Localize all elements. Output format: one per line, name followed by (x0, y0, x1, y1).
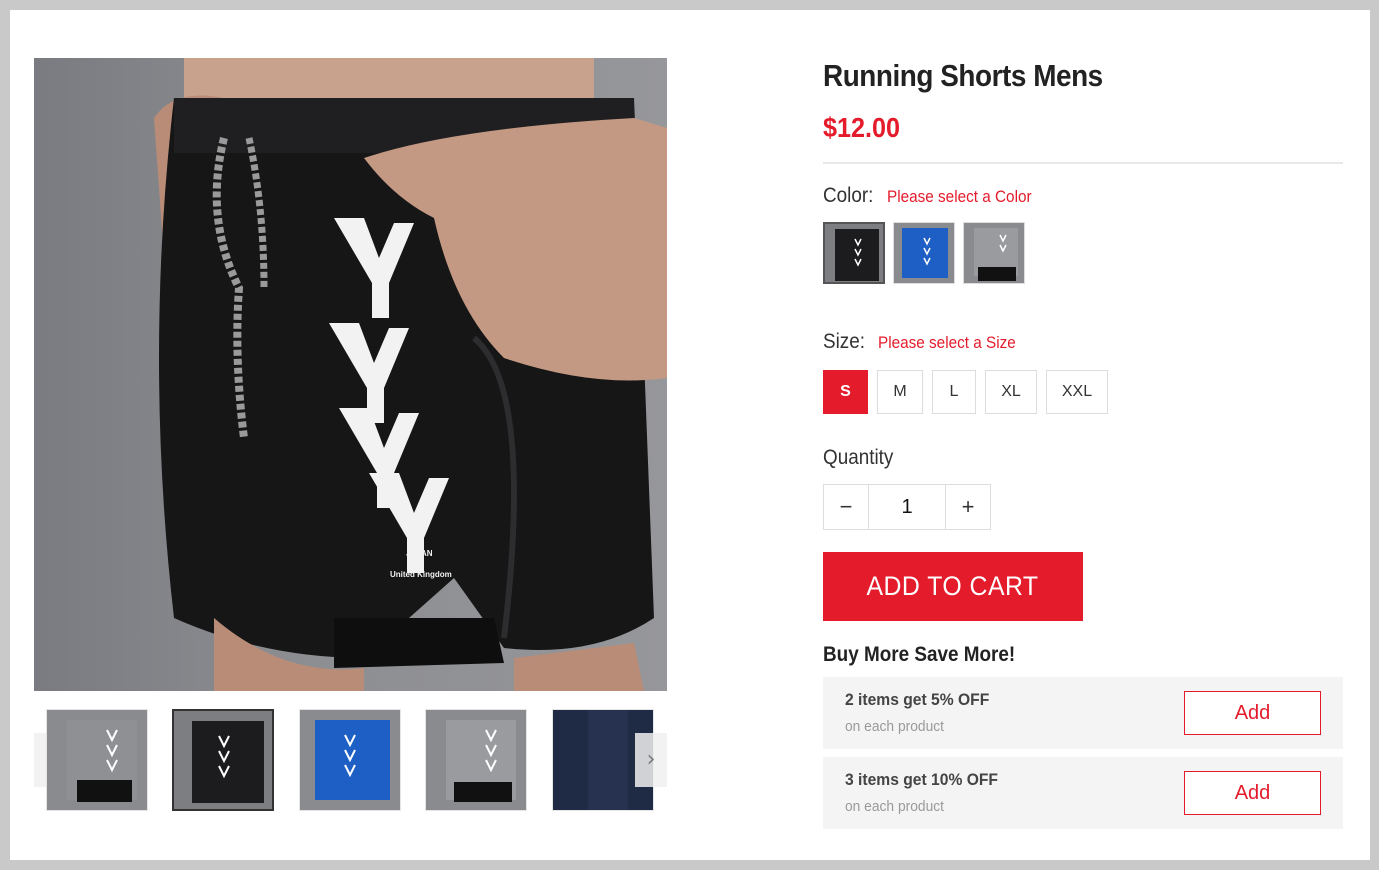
thumbnail-2[interactable] (172, 709, 274, 811)
thumbnail-3[interactable] (299, 709, 401, 811)
quantity-label: Quantity (823, 446, 894, 469)
quantity-increase-button[interactable]: + (945, 484, 991, 530)
add-to-cart-button[interactable]: ADD TO CART (823, 552, 1083, 621)
bundle-tier: 3 items get 10% OFF on each product Add (823, 757, 1343, 829)
size-option-xxl[interactable]: XXL (1046, 370, 1108, 414)
color-swatch-black[interactable] (823, 222, 885, 284)
shorts-illustration: JAPAN x United Kingdom (154, 58, 667, 691)
size-option-s[interactable]: S (823, 370, 868, 414)
size-options: S M L XL XXL (823, 370, 1343, 414)
size-label: Size: (823, 330, 866, 353)
product-page: JAPAN x United Kingdom ‹ › Running Short… (10, 10, 1370, 860)
size-option-xl[interactable]: XL (985, 370, 1037, 414)
color-hint: Please select a Color (887, 187, 1032, 206)
size-row: Size: Please select a Size (823, 330, 1343, 354)
quantity-decrease-button[interactable]: − (823, 484, 869, 530)
size-option-m[interactable]: M (877, 370, 923, 414)
bundle-tier-title: 2 items get 5% OFF (845, 690, 990, 709)
print-line-1: JAPAN (406, 549, 433, 558)
color-swatches (823, 222, 1343, 284)
bundle-add-button[interactable]: Add (1184, 691, 1321, 735)
thumbnail-1[interactable] (46, 709, 148, 811)
print-line-3: United Kingdom (390, 570, 452, 579)
bundle-add-button[interactable]: Add (1184, 771, 1321, 815)
main-product-image[interactable]: JAPAN x United Kingdom (34, 58, 667, 691)
thumbnail-4[interactable] (425, 709, 527, 811)
size-option-l[interactable]: L (932, 370, 976, 414)
color-swatch-gray[interactable] (963, 222, 1025, 284)
product-title: Running Shorts Mens (823, 58, 1103, 93)
size-hint: Please select a Size (877, 333, 1016, 352)
bundle-tier-subtitle: on each product (845, 718, 944, 735)
color-label: Color: (823, 184, 874, 207)
print-line-2: x (417, 559, 422, 568)
thumbnail-strip: ‹ › (34, 709, 667, 813)
next-arrow-icon[interactable]: › (635, 733, 667, 787)
bundle-tier-title: 3 items get 10% OFF (845, 770, 998, 789)
add-to-cart-label: ADD TO CART (866, 571, 1040, 601)
bundle-tier-subtitle: on each product (845, 798, 944, 815)
color-swatch-blue[interactable] (893, 222, 955, 284)
quantity-stepper: − + (823, 484, 1343, 530)
quantity-input[interactable] (869, 484, 945, 530)
product-price: $12.00 (823, 112, 901, 143)
bundle-title: Buy More Save More! (823, 643, 1016, 666)
color-row: Color: Please select a Color (823, 184, 1343, 208)
bundle-tier: 2 items get 5% OFF on each product Add (823, 677, 1343, 749)
divider (823, 162, 1343, 164)
product-details: Running Shorts Mens $12.00 Color: Please… (823, 58, 1343, 829)
